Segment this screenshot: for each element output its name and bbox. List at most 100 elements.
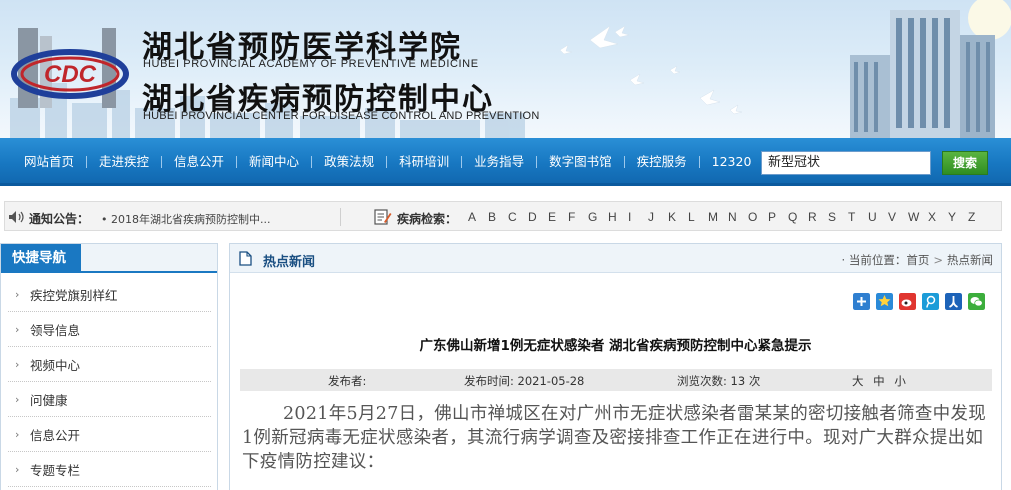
search-button[interactable]: 搜索	[942, 151, 988, 175]
chevron-right-icon: >	[933, 253, 943, 267]
sidebar-item-label: 疾控党旗别样红	[30, 287, 118, 303]
breadcrumb-current[interactable]: 热点新闻	[947, 252, 993, 268]
letter-link[interactable]: J	[648, 210, 668, 224]
document-icon	[239, 251, 252, 266]
plus-share-icon[interactable]	[853, 293, 870, 310]
letter-link[interactable]: P	[768, 210, 788, 224]
letter-link[interactable]: T	[848, 210, 868, 224]
sidebar-item-label: 领导信息	[30, 322, 81, 338]
notice-divider	[340, 208, 341, 226]
nav-item-policies[interactable]: 政策法规	[312, 155, 386, 169]
org-name-academy-en: HUBEI PROVINCIAL ACADEMY OF PREVENTIVE M…	[143, 58, 479, 70]
sidebar-item-label: 专题专栏	[30, 462, 81, 478]
letter-link[interactable]: V	[888, 210, 908, 224]
breadcrumb-home-link[interactable]: 首页	[906, 252, 929, 268]
publisher-label: 发布者:	[328, 374, 367, 388]
letter-link[interactable]: L	[688, 210, 708, 224]
cdc-logo: CDC	[11, 28, 129, 108]
org-name-cdc-en: HUBEI PROVINCIAL CENTER FOR DISEASE CONT…	[143, 110, 540, 122]
letter-link[interactable]: Z	[968, 210, 988, 224]
chevron-right-icon: ›	[15, 287, 20, 301]
chevron-right-icon: ›	[15, 392, 20, 406]
sidebar-item-label: 视频中心	[30, 357, 81, 373]
qzone-star-icon[interactable]	[876, 293, 893, 310]
letter-link[interactable]: O	[748, 210, 768, 224]
search-input[interactable]: 新型冠状	[761, 151, 931, 175]
speaker-icon	[9, 211, 24, 223]
weibo-icon[interactable]	[899, 293, 916, 310]
letter-link[interactable]: W	[908, 210, 928, 224]
sidebar-item-video-center[interactable]: › 视频中心	[8, 347, 211, 382]
letter-link[interactable]: D	[528, 210, 548, 224]
letter-link[interactable]: N	[728, 210, 748, 224]
quick-nav-sidebar: 快捷导航 › 疾控党旗别样红 › 领导信息 › 视频中心 › 问健康 › 信息公…	[0, 243, 218, 490]
font-size-controls: 大 中 小	[852, 373, 912, 389]
disease-search-icon	[374, 209, 392, 225]
font-size-medium-button[interactable]: 中	[873, 374, 885, 388]
breadcrumb: · 当前位置： 首页 > 热点新闻	[842, 252, 993, 268]
letter-link[interactable]: S	[828, 210, 848, 224]
article-body: 2021年5月27日，佛山市禅城区在对广州市无症状感染者雷某某的密切接触者筛查中…	[242, 404, 987, 472]
letter-link[interactable]: F	[568, 210, 588, 224]
article-meta-bar: 发布者: 发布时间: 2021-05-28 浏览次数: 13 次 大 中 小	[240, 369, 992, 391]
disease-search-label: 疾病检索：	[397, 212, 458, 226]
notice-label: 通知公告：	[29, 212, 90, 226]
news-panel-header: 热点新闻 · 当前位置： 首页 > 热点新闻	[230, 244, 1001, 273]
nav-item-business-guidance[interactable]: 业务指导	[462, 155, 536, 169]
letter-link[interactable]: I	[628, 210, 648, 224]
letter-link[interactable]: Q	[788, 210, 808, 224]
font-size-small-button[interactable]: 小	[894, 374, 906, 388]
header-banner: CDC 湖北省预防医学科学院 HUBEI PROVINCIAL ACADEMY …	[0, 0, 1011, 138]
nav-item-12320[interactable]: 12320	[700, 155, 764, 169]
section-title: 热点新闻	[263, 255, 316, 270]
tencent-weibo-icon[interactable]	[922, 293, 939, 310]
letter-link[interactable]: C	[508, 210, 528, 224]
sidebar-item-ask-health[interactable]: › 问健康	[8, 382, 211, 417]
renren-icon[interactable]	[945, 293, 962, 310]
sidebar-item-party-flag[interactable]: › 疾控党旗别样红	[8, 277, 211, 312]
sidebar-item-special-topics[interactable]: › 专题专栏	[8, 452, 211, 487]
chevron-right-icon: ›	[15, 462, 20, 476]
font-size-large-button[interactable]: 大	[852, 374, 864, 388]
doves-decoration	[559, 25, 743, 115]
letter-link[interactable]: X	[928, 210, 948, 224]
letter-link[interactable]: K	[668, 210, 688, 224]
nav-item-research-training[interactable]: 科研培训	[387, 155, 461, 169]
sidebar-header: 快捷导航	[1, 244, 217, 273]
wechat-icon[interactable]	[968, 293, 985, 310]
nav-item-info-disclosure[interactable]: 信息公开	[162, 155, 236, 169]
sidebar-item-leadership[interactable]: › 领导信息	[8, 312, 211, 347]
sidebar-item-info-disclosure[interactable]: › 信息公开	[8, 417, 211, 452]
breadcrumb-prefix: · 当前位置：	[841, 253, 907, 267]
nav-item-home[interactable]: 网站首页	[12, 155, 86, 169]
letter-link[interactable]: E	[548, 210, 568, 224]
sidebar-list: › 疾控党旗别样红 › 领导信息 › 视频中心 › 问健康 › 信息公开 › 专…	[8, 277, 211, 487]
publish-time: 发布时间: 2021-05-28	[464, 374, 585, 388]
letter-link[interactable]: A	[468, 210, 488, 224]
letter-link[interactable]: R	[808, 210, 828, 224]
building-illustration	[850, 0, 1011, 138]
view-count: 浏览次数: 13 次	[677, 374, 761, 388]
chevron-right-icon: ›	[15, 357, 20, 371]
letter-link[interactable]: M	[708, 210, 728, 224]
letter-link[interactable]: G	[588, 210, 608, 224]
news-panel: 热点新闻 · 当前位置： 首页 > 热点新闻 广东佛山新增1例无症状感染者 湖北…	[229, 243, 1002, 490]
sidebar-title: 快捷导航	[1, 244, 81, 273]
letter-link[interactable]: U	[868, 210, 888, 224]
sidebar-item-label: 问健康	[30, 392, 68, 408]
nav-item-about[interactable]: 走进疾控	[87, 155, 161, 169]
nav-item-cdc-services[interactable]: 疾控服务	[625, 155, 699, 169]
nav-menu: 网站首页 走进疾控 信息公开 新闻中心 政策法规 科研培训 业务指导 数字图书馆…	[12, 138, 763, 186]
notice-bar: 通知公告： • 2018年湖北省疾病预防控制中... 疾病检索： A B C D…	[4, 201, 1002, 231]
nav-item-digital-library[interactable]: 数字图书馆	[537, 155, 624, 169]
logo-text: CDC	[44, 61, 97, 88]
letter-link[interactable]: H	[608, 210, 628, 224]
article-title: 广东佛山新增1例无症状感染者 湖北省疾病预防控制中心紧急提示	[419, 338, 812, 354]
alphabet-index: A B C D E F G H I J K L M N O P Q R S T …	[468, 210, 988, 224]
chevron-right-icon: ›	[15, 427, 20, 441]
letter-link[interactable]: B	[488, 210, 508, 224]
notice-link[interactable]: • 2018年湖北省疾病预防控制中...	[101, 211, 270, 227]
letter-link[interactable]: Y	[948, 210, 968, 224]
sidebar-item-label: 信息公开	[30, 427, 81, 443]
nav-item-news-center[interactable]: 新闻中心	[237, 155, 311, 169]
